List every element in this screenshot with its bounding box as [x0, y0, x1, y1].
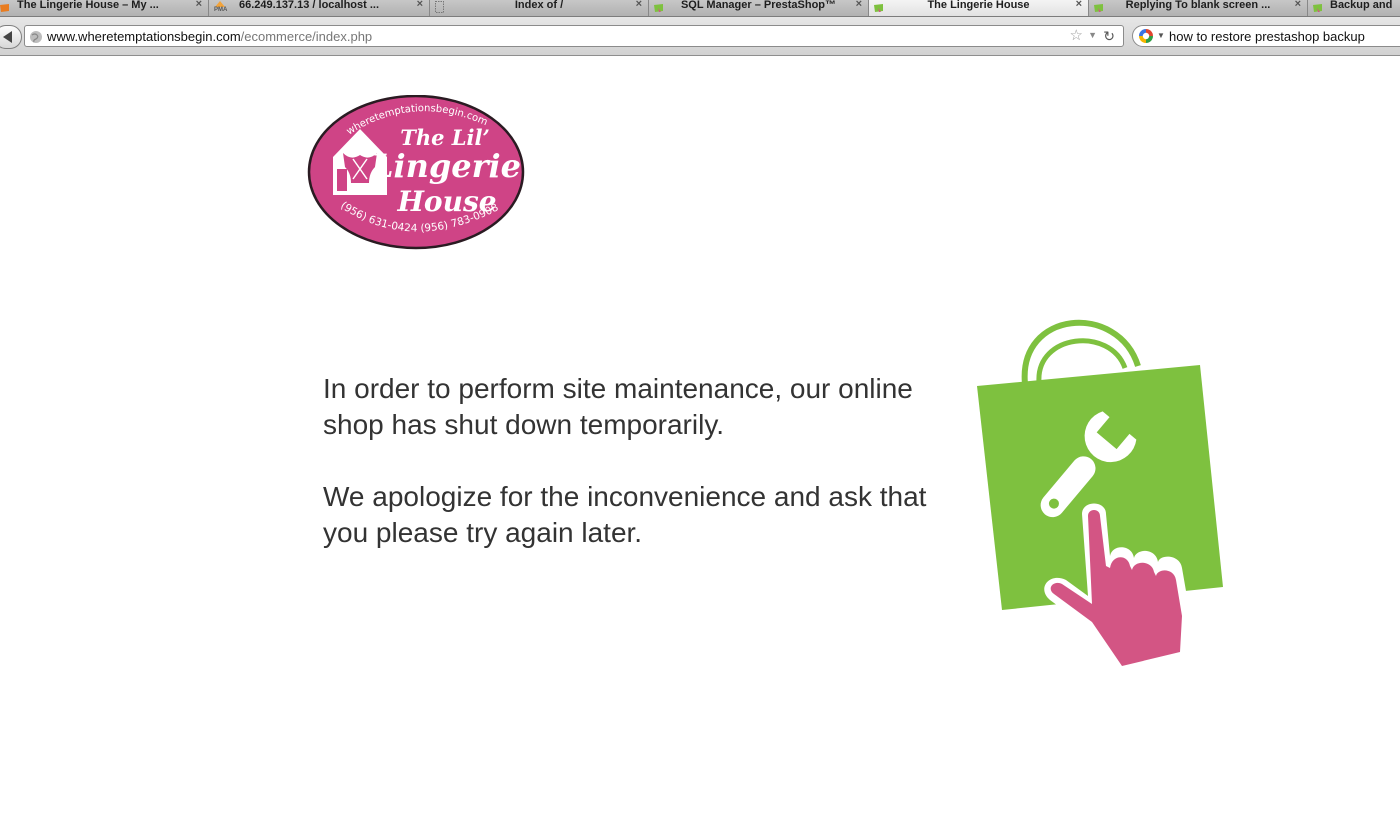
store-logo[interactable]: wheretemptationsbegin.com The Lil’ Linge…: [307, 94, 525, 256]
blank-page-icon: [434, 1, 445, 13]
tab-label: The Lingerie House – My ...: [17, 0, 159, 11]
url-path: /ecommerce/index.php: [240, 29, 373, 44]
back-button[interactable]: [0, 25, 22, 49]
bookmark-star-icon[interactable]: ☆: [1070, 28, 1083, 44]
reload-icon[interactable]: ↻: [1103, 27, 1115, 45]
tab-strip: The Lingerie House – My ... × PMA 66.249…: [0, 0, 1400, 17]
close-tab-icon[interactable]: ×: [1295, 0, 1301, 11]
tab-lingerie-house[interactable]: The Lingerie House ×: [869, 0, 1089, 16]
url-text[interactable]: www.wheretemptationsbegin.com/ecommerce/…: [47, 29, 372, 44]
maintenance-message: In order to perform site maintenance, ou…: [323, 371, 963, 587]
close-tab-icon[interactable]: ×: [196, 0, 202, 11]
search-input[interactable]: how to restore prestashop backup: [1169, 29, 1365, 44]
logo-line2: Lingerie: [370, 147, 521, 185]
tab-index-of[interactable]: Index of / ×: [430, 0, 649, 16]
back-arrow-icon: [3, 31, 12, 43]
lingerie-house-logo: wheretemptationsbegin.com The Lil’ Linge…: [307, 94, 525, 250]
google-icon: [1139, 29, 1153, 43]
prestashop-icon: [1093, 1, 1104, 12]
pma-label: PMA: [214, 7, 228, 13]
close-tab-icon[interactable]: ×: [1076, 0, 1082, 11]
maintenance-paragraph-2: We apologize for the inconvenience and a…: [323, 481, 927, 548]
close-tab-icon[interactable]: ×: [636, 0, 642, 11]
maintenance-paragraph-1: In order to perform site maintenance, ou…: [323, 373, 913, 440]
tab-sql-manager[interactable]: SQL Manager – PrestaShop™ ×: [649, 0, 869, 16]
tab-label: The Lingerie House: [927, 0, 1030, 11]
navigation-toolbar: www.wheretemptationsbegin.com/ecommerce/…: [0, 17, 1400, 56]
close-tab-icon[interactable]: ×: [856, 0, 862, 11]
tab-replying-blank-screen[interactable]: Replying To blank screen ... ×: [1089, 0, 1308, 16]
prestashop-icon: [873, 1, 884, 12]
prestashop-icon: [0, 1, 10, 12]
tab-label: 66.249.137.13 / localhost ...: [239, 0, 380, 11]
tab-label: Backup and: [1330, 0, 1393, 11]
shopping-bag-wrench-icon: [970, 318, 1230, 679]
tab-label: SQL Manager – PrestaShop™: [680, 0, 837, 11]
tab-backup[interactable]: Backup and: [1308, 0, 1400, 16]
tab-label: Index of /: [514, 0, 564, 11]
address-bar[interactable]: www.wheretemptationsbegin.com/ecommerce/…: [24, 25, 1124, 47]
tab-lingerie-house-my[interactable]: The Lingerie House – My ... ×: [0, 0, 209, 16]
tab-label: Replying To blank screen ...: [1125, 0, 1271, 11]
search-bar[interactable]: ▼ how to restore prestashop backup: [1132, 25, 1400, 47]
search-engine-dropdown-icon[interactable]: ▼: [1157, 31, 1165, 40]
tab-phpmyadmin[interactable]: PMA 66.249.137.13 / localhost ... ×: [209, 0, 430, 16]
globe-icon: [30, 31, 42, 43]
close-tab-icon[interactable]: ×: [417, 0, 423, 11]
history-dropdown-icon[interactable]: ▼: [1088, 30, 1097, 40]
prestashop-icon: [653, 1, 664, 12]
url-host: www.wheretemptationsbegin.com: [47, 29, 241, 44]
prestashop-icon: [1312, 1, 1323, 12]
